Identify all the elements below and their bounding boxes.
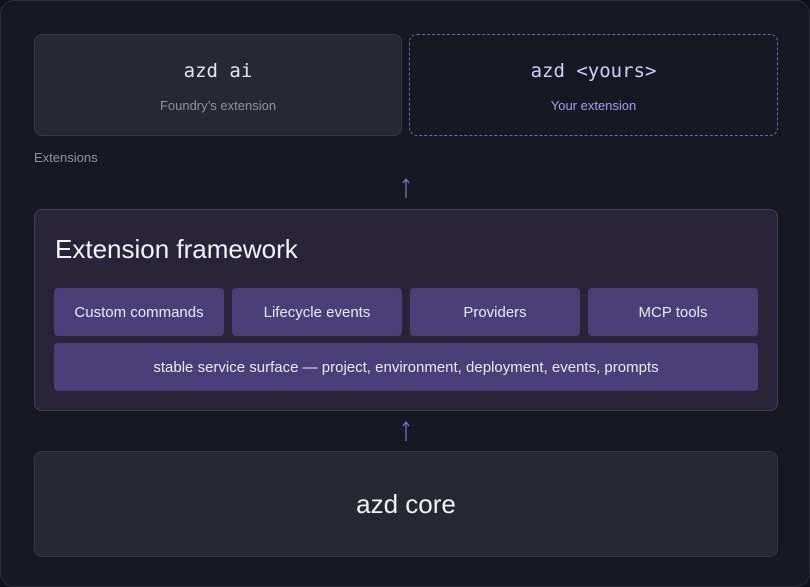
feature-chip-mcp-tools: MCP tools [588,288,758,336]
arrow-up-icon [402,178,410,198]
azd-core-panel: azd core [34,451,778,557]
framework-title: Extension framework [55,234,298,264]
extensions-label: Extensions [34,150,98,165]
extension-caption: Foundry’s extension [159,98,277,113]
core-title: azd core [356,488,456,519]
extension-card-yours: azd <yours> Your extension [409,34,778,136]
feature-chip-providers: Providers [410,288,580,336]
extension-command: azd <yours> [530,60,657,82]
extension-command: azd ai [183,60,253,82]
arrow-up-icon [402,421,410,441]
feature-chip-lifecycle-events: Lifecycle events [232,288,402,336]
extension-card-azd-ai: azd ai Foundry’s extension [34,34,402,136]
feature-chip-custom-commands: Custom commands [54,288,224,336]
service-surface-bar: stable service surface — project, enviro… [54,343,758,391]
extension-caption: Your extension [550,98,637,113]
extension-framework-panel: Extension framework Custom commands Life… [34,209,778,411]
diagram-canvas: azd ai Foundry’s extension azd <yours> Y… [0,0,810,587]
